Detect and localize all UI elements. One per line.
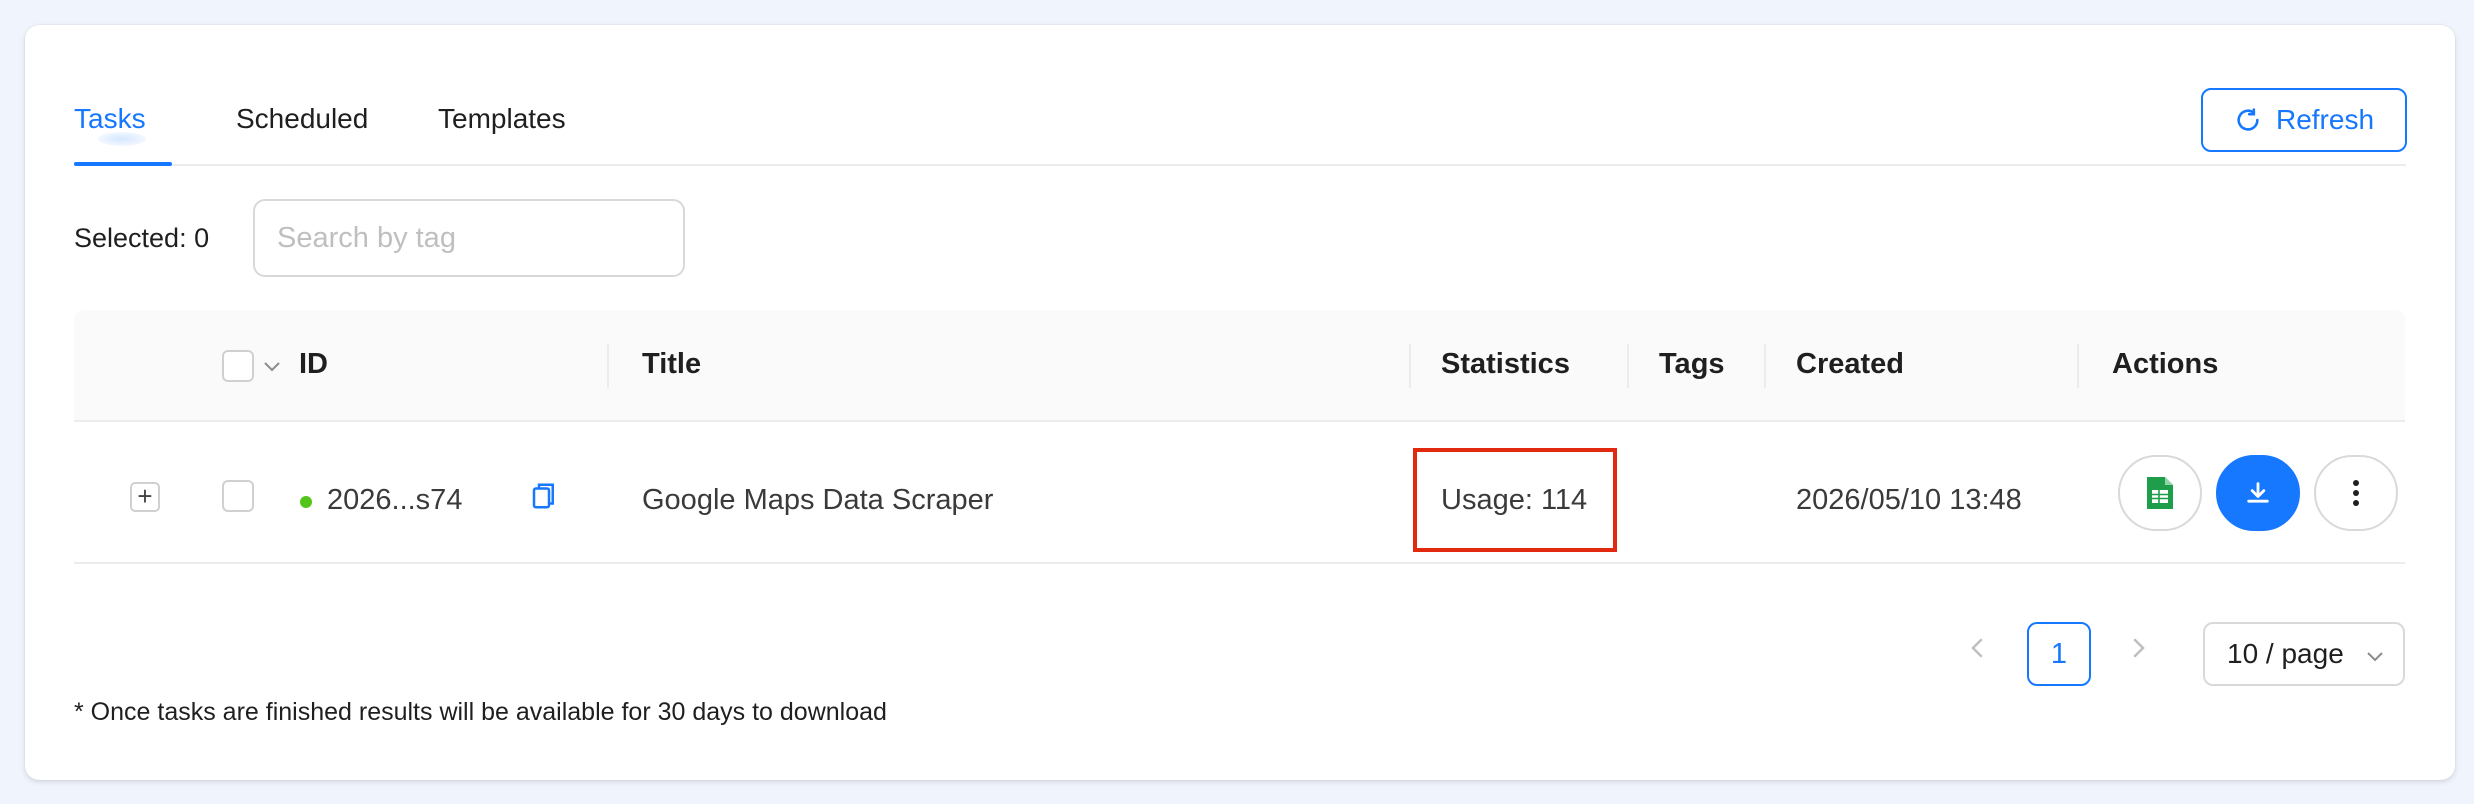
task-created: 2026/05/10 13:48: [1796, 484, 2022, 516]
tab-active-indicator: [74, 162, 172, 166]
column-header-id[interactable]: ID: [299, 348, 328, 381]
status-indicator: [300, 496, 312, 508]
tab-bar: Tasks Scheduled Templates: [74, 78, 2406, 166]
expand-row-button[interactable]: +: [130, 482, 160, 512]
more-actions-button[interactable]: [2314, 455, 2398, 531]
tab-tasks-label: Tasks: [74, 103, 146, 134]
download-icon: [2247, 482, 2269, 503]
row-checkbox[interactable]: [222, 480, 254, 512]
download-button[interactable]: [2216, 455, 2300, 531]
export-sheet-button[interactable]: [2118, 455, 2202, 531]
tab-templates-label: Templates: [438, 103, 566, 134]
column-divider: [607, 344, 609, 388]
tab-scheduled-label: Scheduled: [236, 103, 369, 134]
chevron-down-icon[interactable]: [260, 354, 284, 378]
spreadsheet-icon: [2147, 477, 2173, 509]
column-header-title[interactable]: Title: [642, 348, 701, 381]
column-header-actions: Actions: [2112, 348, 2219, 380]
refresh-button[interactable]: Refresh: [2201, 88, 2407, 152]
chevron-right-icon[interactable]: [2123, 633, 2153, 663]
table-row: + 2026...s74 Google Maps Data Scraper Us…: [74, 422, 2405, 564]
refresh-label: Refresh: [2275, 104, 2375, 135]
page-size-select[interactable]: 10 / page: [2203, 622, 2405, 686]
pagination-page-1[interactable]: 1: [2027, 622, 2091, 686]
page-size-value: 10 / page: [2227, 638, 2344, 669]
retention-footnote: * Once tasks are finished results will b…: [74, 698, 887, 726]
tasks-panel: Tasks Scheduled Templates Refresh Select…: [25, 25, 2455, 780]
highlight-box: [1413, 448, 1617, 552]
chevron-down-icon: [2367, 652, 2383, 662]
tab-templates[interactable]: Templates: [438, 103, 566, 135]
column-header-statistics[interactable]: Statistics: [1441, 348, 1570, 381]
table-header: ID Title Statistics Tags Created Actions: [74, 310, 2405, 422]
task-title: Google Maps Data Scraper: [642, 484, 994, 516]
tab-scheduled[interactable]: Scheduled: [236, 103, 368, 135]
column-divider: [1764, 344, 1766, 388]
column-header-tags[interactable]: Tags: [1659, 348, 1725, 381]
copy-icon[interactable]: [531, 481, 557, 511]
task-id: 2026...s74: [327, 484, 463, 516]
refresh-icon: [2237, 108, 2259, 131]
column-divider: [1627, 344, 1629, 388]
column-divider: [2077, 344, 2079, 388]
more-vertical-icon: [2353, 480, 2359, 506]
select-all-checkbox[interactable]: [222, 350, 254, 382]
search-input[interactable]: [253, 199, 685, 277]
selected-count: Selected: 0: [74, 223, 210, 253]
column-header-created[interactable]: Created: [1796, 348, 1904, 381]
column-divider: [1409, 344, 1411, 388]
chevron-left-icon[interactable]: [1963, 633, 1993, 663]
tab-tasks[interactable]: Tasks: [74, 103, 146, 135]
tab-ink-glow: [98, 132, 146, 146]
